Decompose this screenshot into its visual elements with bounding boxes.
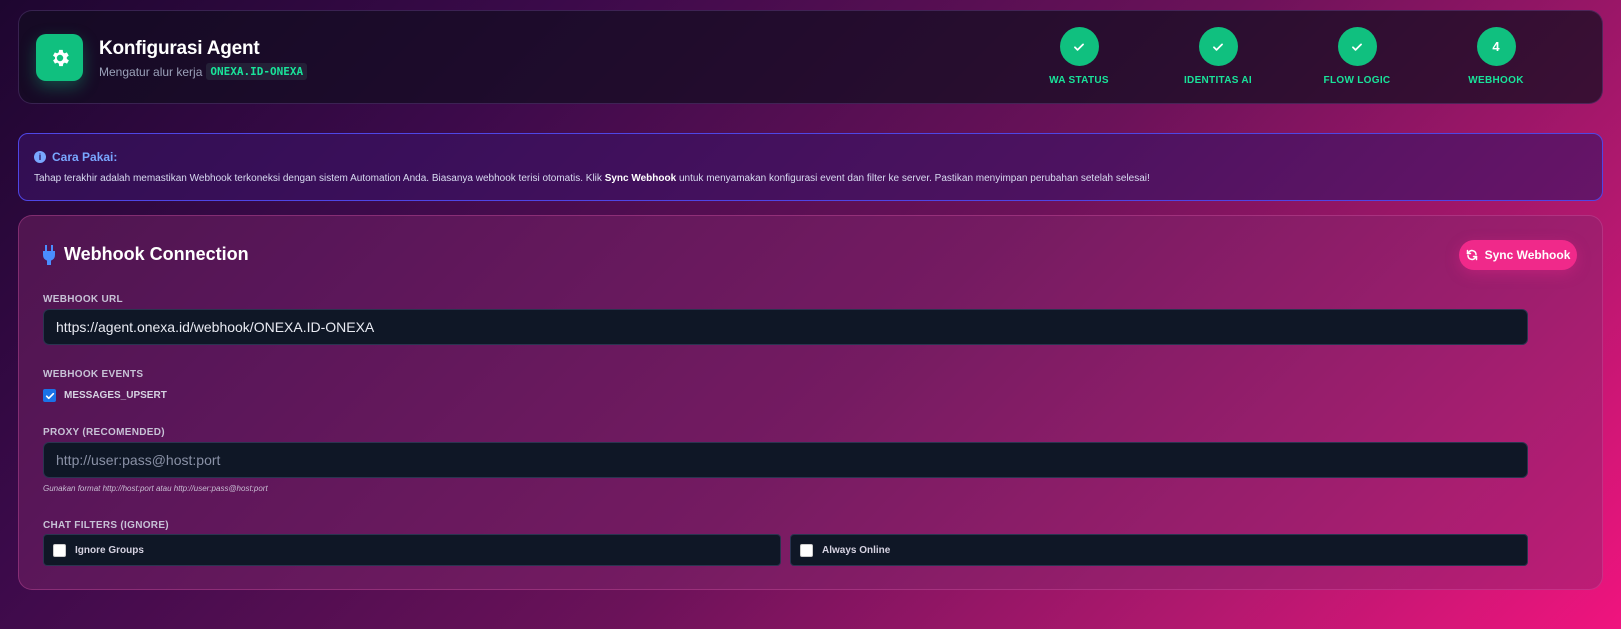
check-icon [1352, 43, 1362, 51]
step-label: FLOW LOGIC [1323, 75, 1391, 86]
section-title-text: Webhook Connection [64, 244, 249, 264]
chat-filters-label: CHAT FILTERS (IGNORE) [43, 520, 169, 531]
sync-webhook-label: Sync Webhook [1484, 248, 1571, 262]
step-identitas-ai[interactable]: IDENTITAS AI [1158, 27, 1278, 86]
filter-checkbox-unchecked[interactable] [800, 543, 813, 557]
webhook-url-label: WEBHOOK URL [43, 294, 123, 305]
filter-checkbox-unchecked[interactable] [53, 543, 66, 557]
subtitle-text: Mengatur alur kerja [99, 64, 203, 79]
section-title: Webhook Connection [42, 244, 249, 265]
step-webhook[interactable]: 4 WEBHOOK [1436, 27, 1556, 86]
step-label: WA STATUS [1049, 75, 1109, 86]
webhook-connection-card: Webhook Connection Sync Webhook WEBHOOK … [18, 215, 1603, 590]
event-checkbox-checked[interactable] [43, 389, 56, 402]
gear-icon [52, 49, 69, 66]
proxy-input[interactable] [43, 442, 1528, 478]
info-text: Tahap terakhir adalah memastikan Webhook… [34, 173, 1587, 184]
step-number: 4 [1476, 27, 1516, 66]
refresh-icon [1466, 249, 1477, 261]
plug-icon [43, 244, 55, 265]
step-circle [1337, 27, 1377, 66]
proxy-hint: Gunakan format http://host:port atau htt… [43, 484, 268, 493]
filter-label: Always Online [822, 544, 891, 556]
filter-label: Ignore Groups [75, 544, 144, 556]
info-text-after: untuk menyamakan konfigurasi event dan f… [676, 173, 1150, 184]
info-heading: i Cara Pakai: [34, 150, 1587, 164]
step-label: WEBHOOK [1468, 75, 1524, 86]
step-wa-status[interactable]: WA STATUS [1019, 27, 1139, 86]
info-title: Cara Pakai: [52, 150, 118, 164]
instance-code: ONEXA.ID-ONEXA [206, 63, 308, 80]
check-icon [45, 392, 54, 399]
sync-webhook-button[interactable]: Sync Webhook [1459, 240, 1577, 270]
check-icon [1213, 43, 1223, 51]
filter-ignore-groups[interactable]: Ignore Groups [43, 534, 781, 566]
filter-always-online[interactable]: Always Online [790, 534, 1528, 566]
step-circle [1198, 27, 1238, 66]
step-label: IDENTITAS AI [1183, 75, 1253, 86]
step-circle [1059, 27, 1099, 66]
step-flow-logic[interactable]: FLOW LOGIC [1297, 27, 1417, 86]
webhook-events-label: WEBHOOK EVENTS [43, 369, 144, 380]
check-icon [1074, 43, 1084, 51]
webhook-url-input[interactable] [43, 309, 1528, 345]
info-text-bold: Sync Webhook [604, 173, 677, 184]
event-label: MESSAGES_UPSERT [64, 390, 167, 401]
proxy-label: PROXY (RECOMENDED) [43, 427, 165, 438]
config-header: Konfigurasi Agent Mengatur alur kerja ON… [18, 10, 1603, 104]
info-icon: i [34, 151, 46, 163]
usage-info-box: i Cara Pakai: Tahap terakhir adalah mema… [18, 133, 1603, 201]
info-text-before: Tahap terakhir adalah memastikan Webhook… [34, 173, 605, 184]
app-logo [36, 34, 83, 81]
page-subtitle: Mengatur alur kerja ONEXA.ID-ONEXA [99, 63, 308, 80]
event-messages-upsert[interactable]: MESSAGES_UPSERT [43, 389, 167, 402]
page-title: Konfigurasi Agent [99, 38, 260, 59]
